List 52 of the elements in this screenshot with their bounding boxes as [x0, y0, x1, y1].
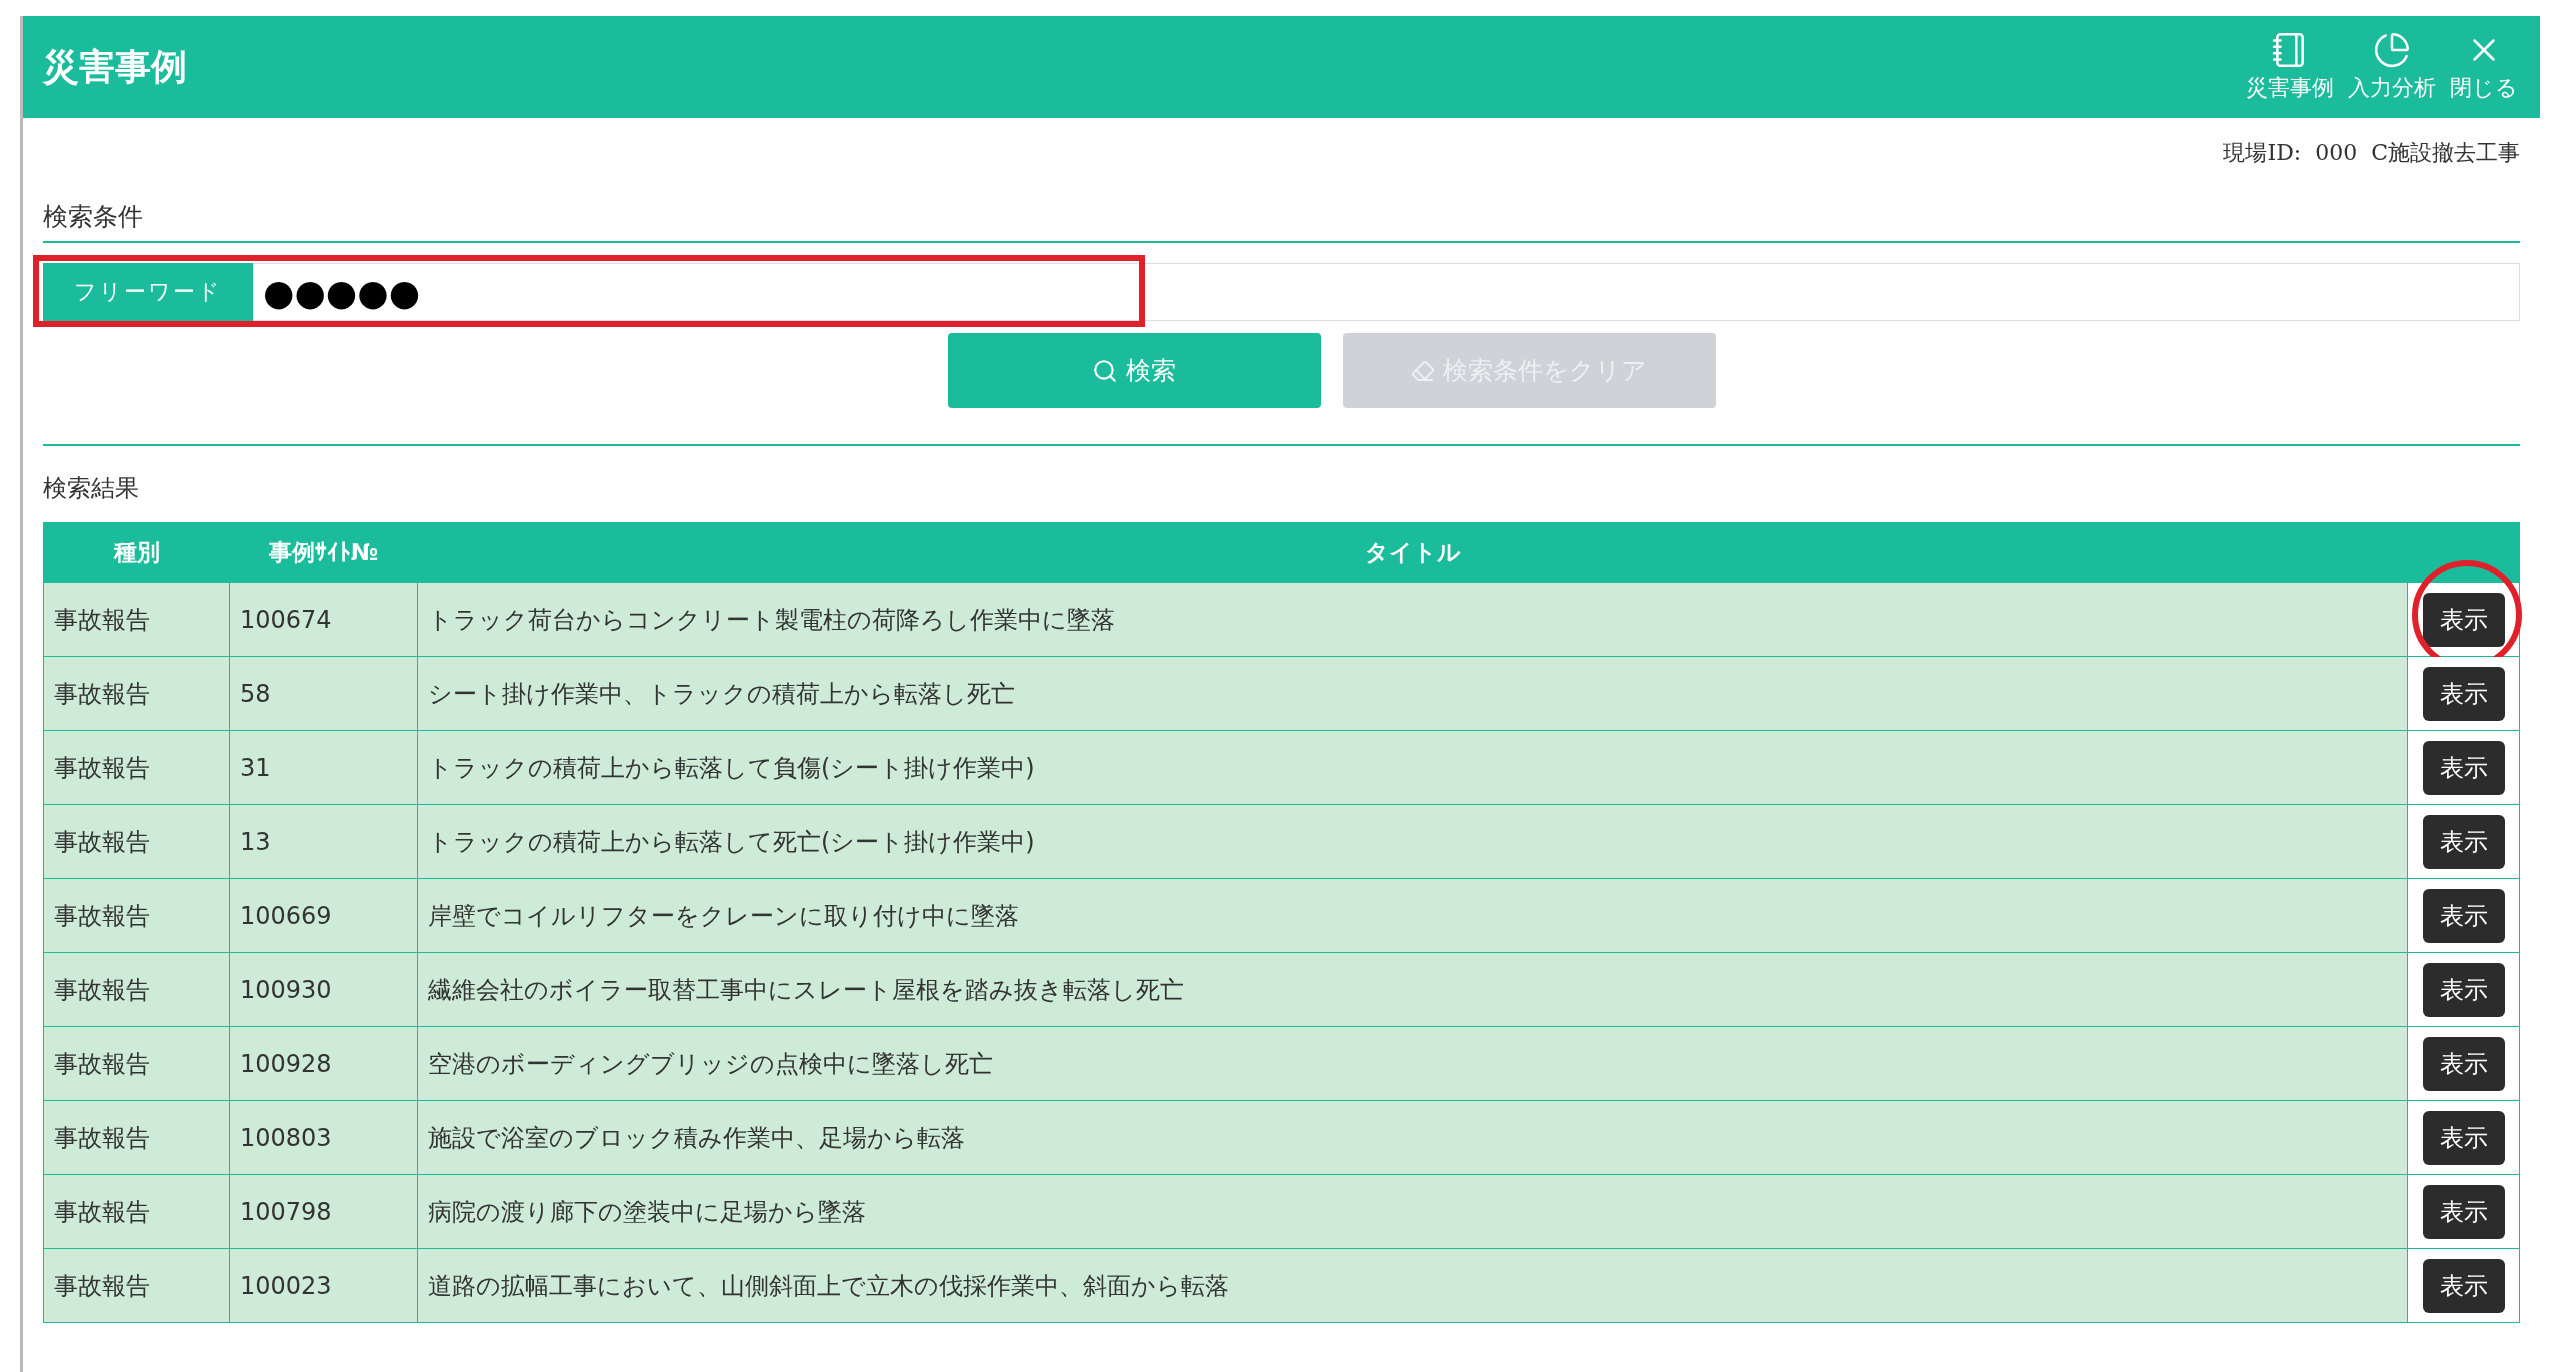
show-button[interactable]: 表示 [2422, 1258, 2505, 1313]
table-cell: 事故報告 [43, 1100, 230, 1175]
table-cell: 100803 [229, 1100, 418, 1175]
table-cell: 100928 [229, 1026, 418, 1101]
table-cell: トラック荷台からコンクリート製電柱の荷降ろし作業中に墜落 [417, 582, 2408, 657]
table-cell: 13 [229, 804, 418, 879]
table-cell: 事故報告 [43, 582, 230, 657]
table-cell: 100798 [229, 1174, 418, 1249]
show-button[interactable]: 表示 [2422, 814, 2505, 869]
show-button[interactable]: 表示 [2422, 888, 2505, 943]
table-cell: 100674 [229, 582, 418, 657]
table-cell: トラックの積荷上から転落して死亡(シート掛け作業中) [417, 804, 2408, 879]
table-cell: 100023 [229, 1248, 418, 1323]
table-cell: 施設で浴室のブロック積み作業中、足場から転落 [417, 1100, 2408, 1175]
table-cell: 空港のボーディングブリッジの点検中に墜落し死亡 [417, 1026, 2408, 1101]
input-field[interactable]: ●●●●● [253, 263, 2520, 321]
table-cell: 事故報告 [43, 656, 230, 731]
table-cell: 事故報告 [43, 1026, 230, 1101]
table-cell: 道路の拡幅工事において、山側斜面上で立木の伐採作業中、斜面から転落 [417, 1248, 2408, 1323]
show-button[interactable]: 表示 [2422, 962, 2505, 1017]
table-cell: 58 [229, 656, 418, 731]
table-cell: 病院の渡り廊下の塗装中に足場から墜落 [417, 1174, 2408, 1249]
table-cell: 100669 [229, 878, 418, 953]
pie-chart-icon [2373, 31, 2411, 69]
eraser-icon [1411, 358, 1435, 383]
table-cell: 事故報告 [43, 1248, 230, 1323]
section-heading: 検索条件 [43, 168, 2520, 243]
section-heading: 検索結果 [43, 473, 140, 504]
table-cell: トラックの積荷上から転落して負傷(シート掛け作業中) [417, 730, 2408, 805]
search-icon [1092, 357, 1118, 384]
table-cell: 繊維会社のボイラー取替工事中にスレート屋根を踏み抜き転落し死亡 [417, 952, 2408, 1027]
page-title: 災害事例 [43, 44, 187, 89]
column-header: 事例ｻｲﾄ№ [229, 522, 418, 583]
field-label: フリーワード [43, 263, 253, 321]
show-button[interactable]: 表示 [2422, 1184, 2505, 1239]
show-button[interactable]: 表示 [2422, 740, 2505, 795]
column-header: タイトル [417, 522, 2408, 583]
table-cell: 事故報告 [43, 804, 230, 879]
table-cell: 事故報告 [43, 730, 230, 805]
show-button[interactable]: 表示 [2422, 666, 2505, 721]
show-button[interactable]: 表示 [2422, 1110, 2505, 1165]
table-cell: 31 [229, 730, 418, 805]
table-cell: 事故報告 [43, 1174, 230, 1249]
column-header: 種別 [43, 522, 230, 583]
table-cell: 事故報告 [43, 952, 230, 1027]
show-button[interactable]: 表示 [2422, 592, 2505, 647]
site-info: 現場ID: 000 C施設撤去工事 [2222, 139, 2520, 167]
table-cell: シート掛け作業中、トラックの積荷上から転落し死亡 [417, 656, 2408, 731]
table-cell: 岸壁でコイルリフターをクレーンに取り付け中に墜落 [417, 878, 2408, 953]
table-cell: 事故報告 [43, 878, 230, 953]
table-cell: 100930 [229, 952, 418, 1027]
show-button[interactable]: 表示 [2422, 1036, 2505, 1091]
